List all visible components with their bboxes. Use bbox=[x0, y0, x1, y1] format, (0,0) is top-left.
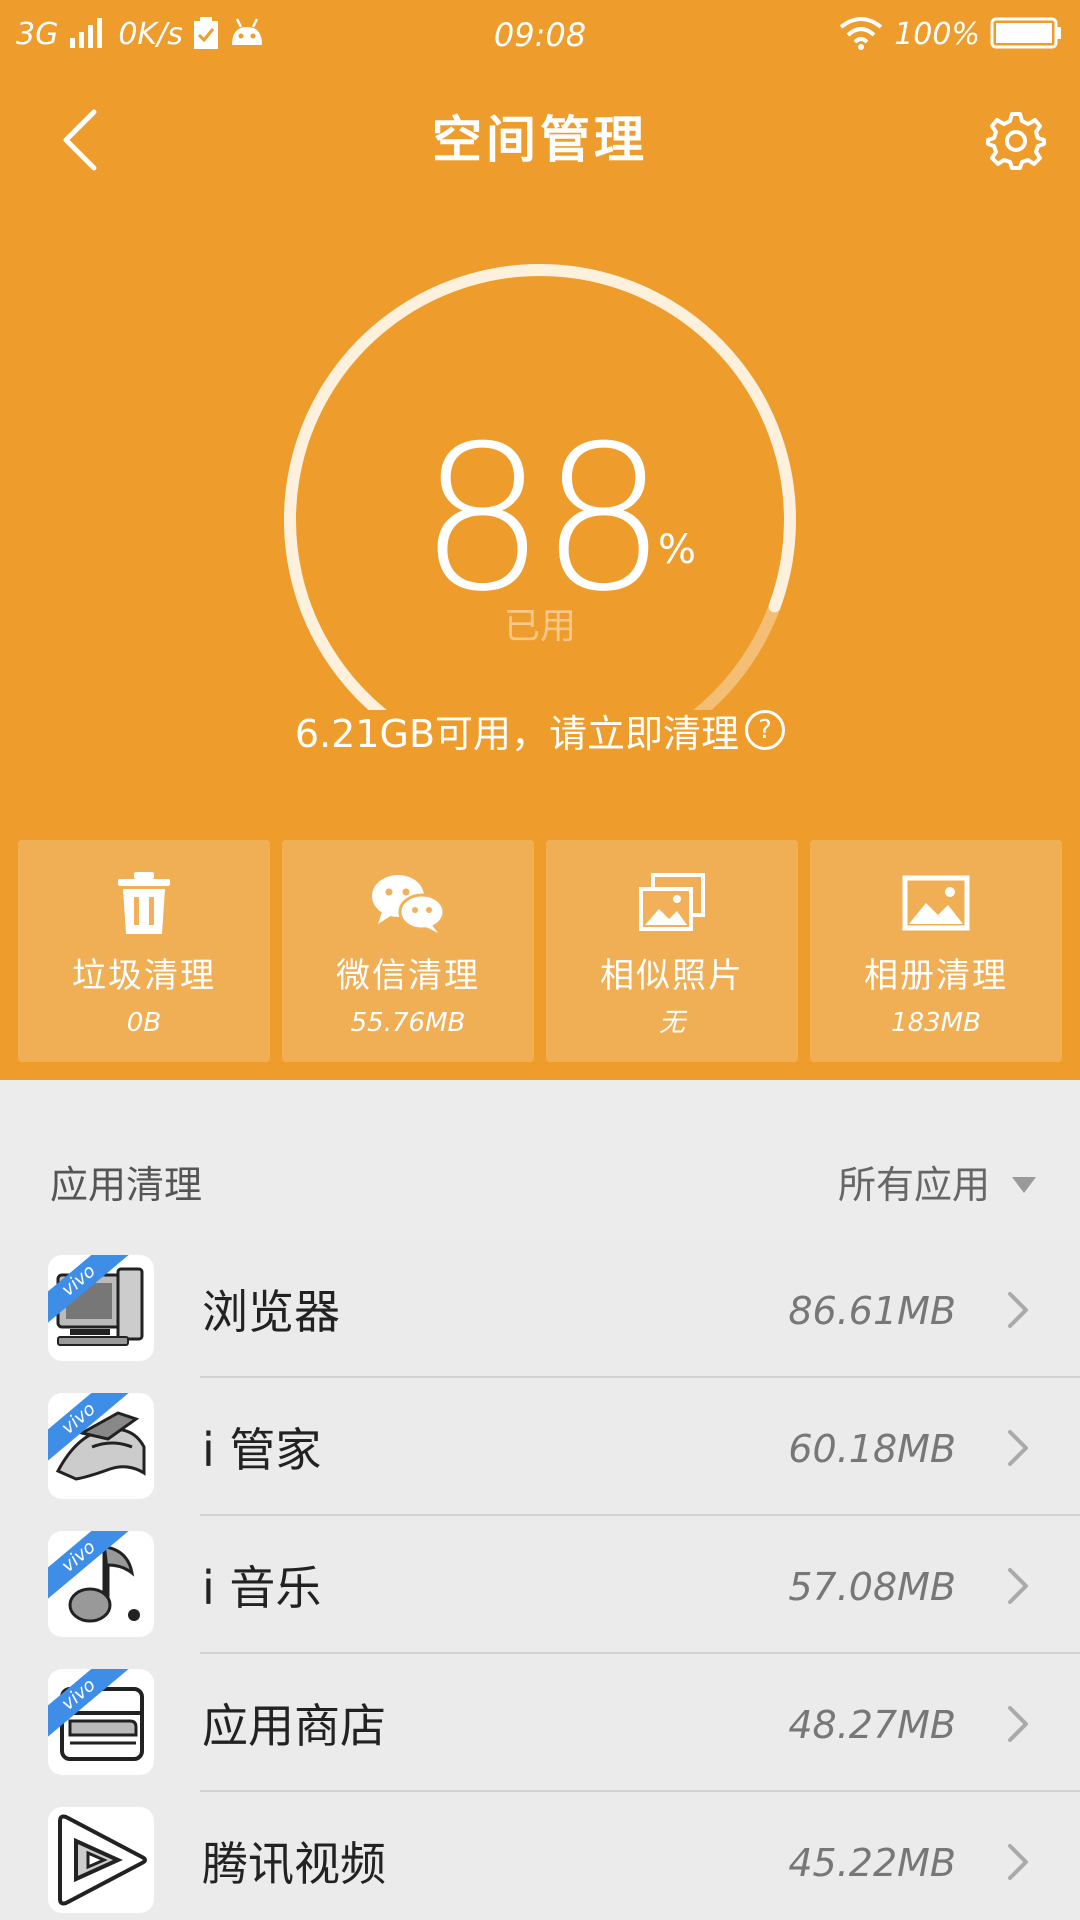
wifi-icon bbox=[838, 15, 884, 55]
imanager-icon: vivo bbox=[48, 1393, 154, 1499]
chevron-right-icon bbox=[998, 1840, 1038, 1884]
tile-value: 无 bbox=[658, 1008, 685, 1038]
browser-icon: vivo bbox=[48, 1255, 154, 1361]
tencent-video-icon bbox=[48, 1807, 154, 1913]
status-right: 100% bbox=[838, 14, 1062, 56]
tile-name: 微信清理 bbox=[336, 956, 480, 996]
battery-percent: 100% bbox=[894, 17, 980, 52]
status-bar: 3G 0K/s 09:08 100% bbox=[0, 0, 1080, 70]
settings-button[interactable] bbox=[976, 100, 1056, 180]
tile-junk-clean[interactable]: 垃圾清理 0B bbox=[18, 840, 270, 1062]
app-row-tencent-video[interactable]: 腾讯视频 45.22MB bbox=[0, 1792, 1080, 1920]
tile-value: 55.76MB bbox=[350, 1008, 466, 1038]
app-name: 浏览器 bbox=[202, 1285, 340, 1339]
percent-unit: % bbox=[658, 527, 697, 573]
app-size: 86.61MB bbox=[788, 1289, 956, 1333]
quick-clean-tiles: 垃圾清理 0B 微信清理 55.76MB 相似照片 无 相册清理 183MB bbox=[18, 840, 1062, 1062]
storage-gauge: 88 % 已用 bbox=[270, 250, 810, 710]
app-size: 48.27MB bbox=[788, 1703, 956, 1747]
app-row-app-store[interactable]: vivo 应用商店 48.27MB bbox=[0, 1654, 1080, 1792]
app-name: 应用商店 bbox=[202, 1699, 386, 1753]
app-size: 57.08MB bbox=[788, 1565, 956, 1609]
app-name: 腾讯视频 bbox=[202, 1837, 386, 1891]
help-icon[interactable]: ? bbox=[745, 710, 786, 750]
gear-icon bbox=[986, 112, 1046, 170]
tile-wechat-clean[interactable]: 微信清理 55.76MB bbox=[282, 840, 534, 1062]
tile-album-clean[interactable]: 相册清理 183MB bbox=[810, 840, 1062, 1062]
header-area: 3G 0K/s 09:08 100% 空间管理 88 % 已用 6.21GB可用… bbox=[0, 0, 1080, 1080]
app-size: 60.18MB bbox=[788, 1427, 956, 1471]
chevron-right-icon bbox=[998, 1702, 1038, 1746]
app-filter-dropdown[interactable]: 所有应用 bbox=[838, 1158, 1036, 1212]
imusic-icon: vivo bbox=[48, 1531, 154, 1637]
tile-name: 垃圾清理 bbox=[72, 956, 216, 996]
app-size: 45.22MB bbox=[788, 1841, 956, 1885]
similar-photos-icon bbox=[632, 868, 712, 938]
section-title: 应用清理 bbox=[50, 1163, 203, 1207]
app-store-icon: vivo bbox=[48, 1669, 154, 1775]
used-label: 已用 bbox=[503, 606, 576, 647]
app-row-browser[interactable]: vivo 浏览器 86.61MB bbox=[0, 1240, 1080, 1378]
screen: 3G 0K/s 09:08 100% 空间管理 88 % 已用 6.21GB可用… bbox=[0, 0, 1080, 1920]
storage-note: 6.21GB可用，请立即清理 ? bbox=[0, 700, 1080, 760]
app-list: vivo 浏览器 86.61MB vivo i 管家 60.18MB vivo … bbox=[0, 1240, 1080, 1920]
tile-value: 0B bbox=[126, 1008, 162, 1038]
trash-icon bbox=[104, 868, 184, 938]
tile-name: 相册清理 bbox=[864, 956, 1008, 996]
app-row-imusic[interactable]: vivo i 音乐 57.08MB bbox=[0, 1516, 1080, 1654]
filter-label: 所有应用 bbox=[837, 1163, 990, 1207]
caret-down-icon bbox=[1012, 1177, 1036, 1193]
wechat-icon bbox=[368, 868, 448, 938]
app-row-imanager[interactable]: vivo i 管家 60.18MB bbox=[0, 1378, 1080, 1516]
used-percent-value: 88 bbox=[418, 403, 668, 636]
app-clean-header: 应用清理 所有应用 bbox=[0, 1130, 1080, 1240]
title-bar: 空间管理 bbox=[0, 90, 1080, 190]
page-title: 空间管理 bbox=[432, 111, 648, 169]
tile-similar-photos[interactable]: 相似照片 无 bbox=[546, 840, 798, 1062]
chevron-right-icon bbox=[998, 1564, 1038, 1608]
chevron-right-icon bbox=[998, 1426, 1038, 1470]
battery-icon bbox=[990, 17, 1062, 53]
storage-note-text: 6.21GB可用，请立即清理 bbox=[294, 711, 740, 756]
tile-name: 相似照片 bbox=[600, 956, 744, 996]
tile-value: 183MB bbox=[891, 1008, 981, 1038]
app-name: i 管家 bbox=[202, 1423, 322, 1477]
app-name: i 音乐 bbox=[202, 1561, 322, 1615]
chevron-right-icon bbox=[998, 1288, 1038, 1332]
album-icon bbox=[896, 868, 976, 938]
